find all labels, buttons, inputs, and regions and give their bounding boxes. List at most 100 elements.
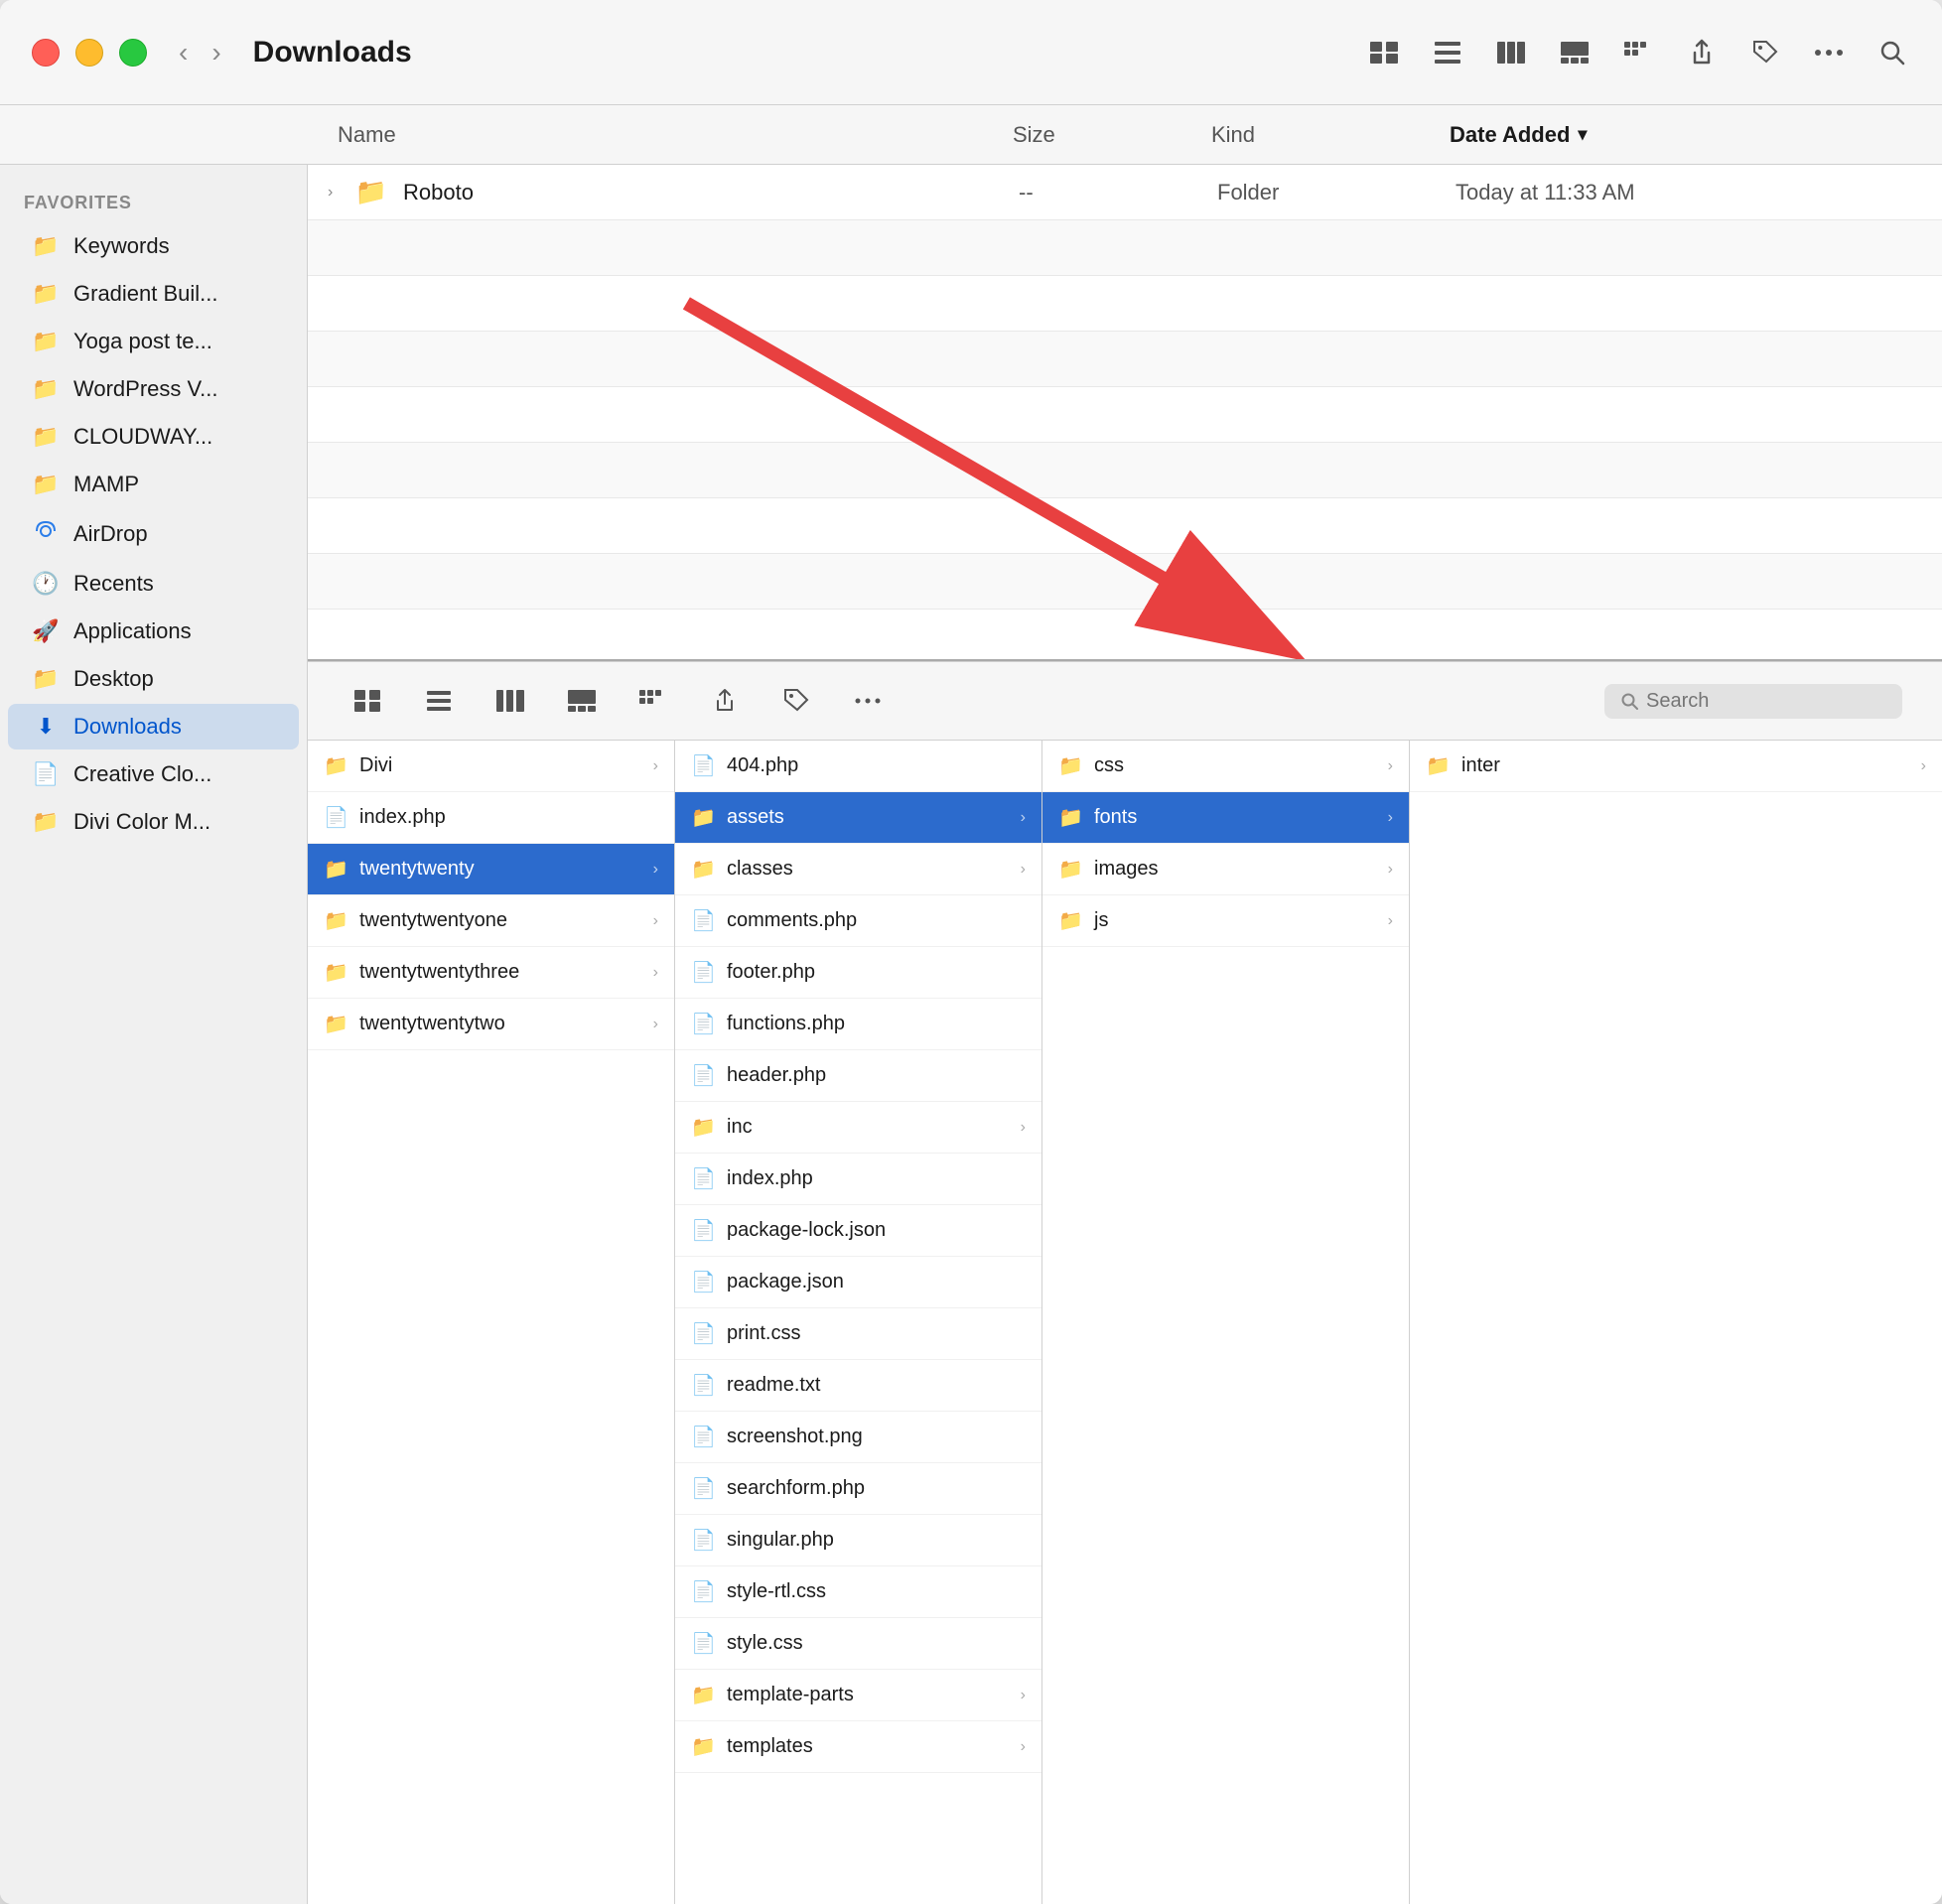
share-button[interactable] — [1684, 35, 1720, 70]
sidebar-item-yoga[interactable]: 📁 Yoga post te... — [8, 319, 299, 364]
browser-row-style-rtl-css[interactable]: 📄 style-rtl.css — [675, 1566, 1041, 1618]
sidebar-item-gradient[interactable]: 📁 Gradient Buil... — [8, 271, 299, 317]
sidebar-item-creative-cloud[interactable]: 📄 Creative Clo... — [8, 751, 299, 797]
tag-button[interactable] — [1747, 35, 1783, 70]
chevron-right-icon: › — [1021, 1119, 1026, 1137]
col-header-date[interactable]: Date Added ▾ — [1450, 122, 1942, 148]
more-btn-bottom[interactable] — [848, 681, 888, 721]
group-by-button[interactable] — [1620, 35, 1656, 70]
chevron-right-icon: › — [653, 912, 658, 930]
browser-row-index-php[interactable]: 📄 index.php — [308, 792, 674, 844]
sidebar-item-divi-color[interactable]: 📁 Divi Color M... — [8, 799, 299, 845]
browser-row-comments-php[interactable]: 📄 comments.php — [675, 895, 1041, 947]
share-btn-bottom[interactable] — [705, 681, 745, 721]
sidebar-item-mamp[interactable]: 📁 MAMP — [8, 462, 299, 507]
group-btn-bottom[interactable] — [633, 681, 673, 721]
browser-row-twentytwenty[interactable]: 📁 twentytwenty › — [308, 844, 674, 895]
sidebar-item-airdrop[interactable]: AirDrop — [8, 509, 299, 559]
php-file-icon: 📄 — [691, 1012, 715, 1036]
chevron-right-icon: › — [653, 1016, 658, 1033]
sidebar-item-keywords[interactable]: 📁 Keywords — [8, 223, 299, 269]
column-view-button[interactable] — [1493, 35, 1529, 70]
chevron-right-icon: › — [1388, 912, 1393, 930]
minimize-button[interactable] — [75, 39, 103, 67]
more-button[interactable] — [1811, 35, 1847, 70]
search-bar[interactable] — [1604, 684, 1902, 719]
browser-row-index-php-2[interactable]: 📄 index.php — [675, 1154, 1041, 1205]
browser-row-divi[interactable]: 📁 Divi › — [308, 741, 674, 792]
browser-row-404-php[interactable]: 📄 404.php — [675, 741, 1041, 792]
folder-icon: 📁 — [32, 809, 60, 835]
close-button[interactable] — [32, 39, 60, 67]
browser-row-templates[interactable]: 📁 templates › — [675, 1721, 1041, 1773]
browser-row-package-json[interactable]: 📄 package.json — [675, 1257, 1041, 1308]
browser-row-functions-php[interactable]: 📄 functions.php — [675, 999, 1041, 1050]
browser-row-classes[interactable]: 📁 classes › — [675, 844, 1041, 895]
tag-btn-bottom[interactable] — [776, 681, 816, 721]
browser-item-name: fonts — [1094, 806, 1376, 829]
file-row-empty — [308, 554, 1942, 610]
browser-row-assets[interactable]: 📁 assets › — [675, 792, 1041, 844]
browser-row-footer-php[interactable]: 📄 footer.php — [675, 947, 1041, 999]
finder-window: ‹ › Downloads — [0, 0, 1942, 1904]
list-view-btn-bottom[interactable] — [419, 681, 459, 721]
browser-row-header-php[interactable]: 📄 header.php — [675, 1050, 1041, 1102]
browser-row-twentytwentythree[interactable]: 📁 twentytwentythree › — [308, 947, 674, 999]
sidebar-item-label: Divi Color M... — [73, 809, 210, 835]
folder-icon: 📁 — [1058, 908, 1082, 933]
file-row-empty — [308, 220, 1942, 276]
icon-view-button[interactable] — [1366, 35, 1402, 70]
gallery-view-button[interactable] — [1557, 35, 1593, 70]
folder-icon: 📁 — [32, 472, 60, 497]
gallery-view-btn-bottom[interactable] — [562, 681, 602, 721]
browser-item-name: Divi — [359, 754, 641, 777]
col-header-size[interactable]: Size — [1013, 122, 1211, 148]
sidebar-item-desktop[interactable]: 📁 Desktop — [8, 656, 299, 702]
expand-arrow[interactable]: › — [328, 184, 351, 202]
browser-col-2: 📄 404.php 📁 assets › 📁 classes › 📄 — [675, 741, 1042, 1904]
browser-row-print-css[interactable]: 📄 print.css — [675, 1308, 1041, 1360]
forward-button[interactable]: › — [204, 33, 228, 72]
chevron-right-icon: › — [1021, 1738, 1026, 1756]
sidebar-item-applications[interactable]: 🚀 Applications — [8, 609, 299, 654]
browser-row-screenshot-png[interactable]: 📄 screenshot.png — [675, 1412, 1041, 1463]
file-row-empty — [308, 332, 1942, 387]
browser-row-singular-php[interactable]: 📄 singular.php — [675, 1515, 1041, 1566]
sidebar-item-downloads[interactable]: ⬇ Downloads — [8, 704, 299, 749]
browser-row-inter[interactable]: 📁 inter › — [1410, 741, 1942, 792]
sidebar-item-cloudway[interactable]: 📁 CLOUDWAY... — [8, 414, 299, 460]
list-view-button[interactable] — [1430, 35, 1465, 70]
sidebar-section-favorites: Favorites — [0, 185, 307, 221]
col-header-kind[interactable]: Kind — [1211, 122, 1450, 148]
browser-row-twentytwentyone[interactable]: 📁 twentytwentyone › — [308, 895, 674, 947]
back-button[interactable]: ‹ — [171, 33, 196, 72]
browser-row-css[interactable]: 📁 css › — [1042, 741, 1409, 792]
browser-row-searchform-php[interactable]: 📄 searchform.php — [675, 1463, 1041, 1515]
browser-row-fonts[interactable]: 📁 fonts › — [1042, 792, 1409, 844]
browser-item-name: footer.php — [727, 961, 1026, 984]
icon-view-btn-bottom[interactable] — [347, 681, 387, 721]
browser-item-name: js — [1094, 909, 1376, 932]
browser-row-style-css[interactable]: 📄 style.css — [675, 1618, 1041, 1670]
php-file-icon: 📄 — [691, 960, 715, 985]
sidebar-item-recents[interactable]: 🕐 Recents — [8, 561, 299, 607]
browser-row-inc[interactable]: 📁 inc › — [675, 1102, 1041, 1154]
sidebar-item-label: Downloads — [73, 714, 182, 740]
sidebar-item-wordpress[interactable]: 📁 WordPress V... — [8, 366, 299, 412]
browser-row-images[interactable]: 📁 images › — [1042, 844, 1409, 895]
browser-row-readme-txt[interactable]: 📄 readme.txt — [675, 1360, 1041, 1412]
file-row-empty — [308, 387, 1942, 443]
browser-row-template-parts[interactable]: 📁 template-parts › — [675, 1670, 1041, 1721]
col-header-name[interactable]: Name — [318, 122, 1013, 148]
fullscreen-button[interactable] — [119, 39, 147, 67]
browser-row-package-lock-json[interactable]: 📄 package-lock.json — [675, 1205, 1041, 1257]
search-input[interactable] — [1646, 690, 1845, 713]
folder-icon: 📁 — [1058, 857, 1082, 882]
browser-row-twentytwentytwo[interactable]: 📁 twentytwentytwo › — [308, 999, 674, 1050]
file-row-roboto[interactable]: › 📁 Roboto -- Folder Today at 11:33 AM — [308, 165, 1942, 220]
recents-icon: 🕐 — [32, 571, 60, 597]
search-button[interactable] — [1874, 35, 1910, 70]
column-view-btn-bottom[interactable] — [490, 681, 530, 721]
browser-item-name: print.css — [727, 1322, 1026, 1345]
browser-row-js[interactable]: 📁 js › — [1042, 895, 1409, 947]
